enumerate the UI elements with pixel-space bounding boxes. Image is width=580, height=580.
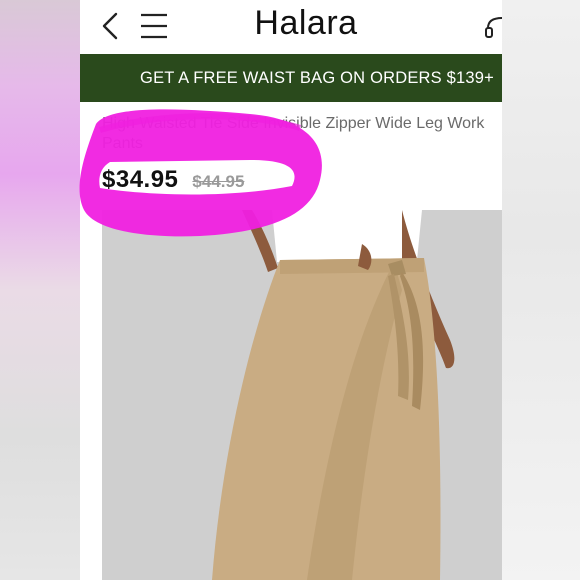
price-row: $34.95 $44.95 xyxy=(102,166,244,194)
blurred-backdrop-right xyxy=(502,0,580,580)
brand-logo[interactable]: Halara xyxy=(254,4,357,43)
product-image[interactable] xyxy=(102,210,502,580)
product-title: High Waisted Tie Side Invisible Zipper W… xyxy=(102,115,485,152)
headset-icon xyxy=(485,17,502,38)
chevron-left-icon xyxy=(102,12,118,40)
sale-price: $34.95 xyxy=(102,166,179,193)
original-price: $44.95 xyxy=(192,172,245,191)
app-screen: Halara GET A FREE WAIST BAG ON ORDERS $1… xyxy=(80,0,502,580)
hamburger-menu-icon xyxy=(141,13,167,39)
back-button[interactable] xyxy=(98,10,126,42)
customer-support-button[interactable] xyxy=(482,10,502,42)
top-nav-bar: Halara xyxy=(80,0,502,54)
promo-banner-text: GET A FREE WAIST BAG ON ORDERS $139+ xyxy=(140,68,494,87)
product-photo-illustration xyxy=(102,210,502,580)
blurred-backdrop-left xyxy=(0,0,80,580)
menu-button[interactable] xyxy=(138,10,170,42)
promo-banner[interactable]: GET A FREE WAIST BAG ON ORDERS $139+ xyxy=(80,54,502,102)
